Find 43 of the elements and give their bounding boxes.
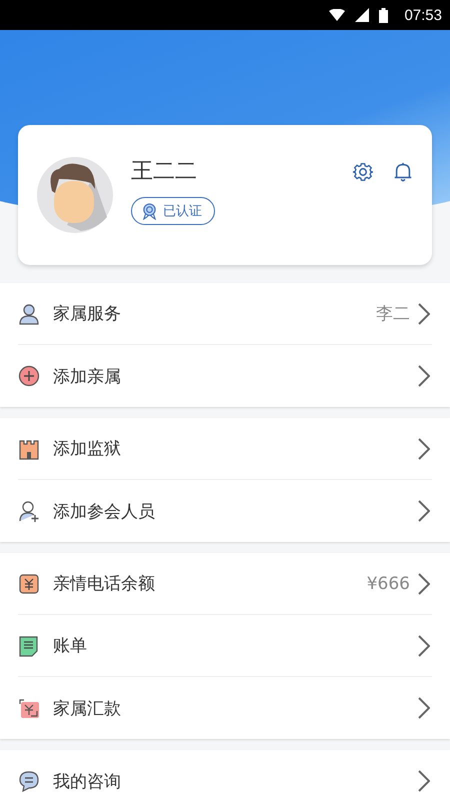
battery-icon: [379, 8, 388, 22]
menu-label: 账单: [53, 635, 88, 657]
menu-value: 李二: [376, 303, 410, 325]
chevron-icon: [418, 302, 430, 324]
menu-label: 添加监狱: [53, 438, 122, 460]
menu-item[interactable]: 我的咨询: [18, 750, 432, 800]
chevron-icon: [418, 500, 430, 522]
menu-label: 家属服务: [53, 303, 122, 325]
bell-icon[interactable]: [392, 161, 414, 183]
chevron-icon: [418, 438, 430, 460]
medal-icon: [142, 202, 157, 220]
menu-item[interactable]: 家属服务 李二: [18, 283, 432, 345]
chevron-icon: [418, 572, 430, 594]
user-name: 王二二: [131, 158, 198, 186]
menu-item[interactable]: 添加监狱: [18, 418, 432, 480]
chevron-icon: [418, 697, 430, 719]
person-add-icon: [18, 500, 40, 522]
chevron-icon: [418, 365, 430, 387]
tower-icon: [18, 438, 40, 460]
menu-value: ¥666: [366, 574, 410, 594]
menu-item[interactable]: 家属汇款: [18, 677, 432, 739]
status-time: 07:53: [404, 6, 442, 24]
chat-icon: [18, 770, 40, 792]
wifi-icon: [329, 9, 346, 21]
document-icon: [18, 634, 40, 656]
currency-icon: [18, 697, 40, 719]
menu-label: 添加亲属: [53, 366, 122, 388]
plus-icon: [18, 365, 40, 387]
settings-icon[interactable]: [352, 161, 374, 183]
chevron-icon: [418, 634, 430, 656]
signal-icon: [355, 8, 370, 22]
currency-icon: [18, 572, 40, 594]
person-icon: [18, 302, 40, 324]
menu-label: 添加参会人员: [53, 500, 156, 522]
menu-item[interactable]: 账单: [18, 615, 432, 677]
menu-label: 亲情电话余额: [53, 573, 156, 595]
menu-item[interactable]: 添加亲属: [18, 345, 432, 407]
menu-label: 我的咨询: [53, 770, 122, 792]
chevron-icon: [418, 770, 430, 792]
menu-label: 家属汇款: [53, 698, 122, 720]
menu-item[interactable]: 添加参会人员: [18, 480, 432, 542]
badge-label: 已认证: [163, 203, 202, 220]
menu-item[interactable]: 亲情电话余额 ¥666: [18, 553, 432, 615]
